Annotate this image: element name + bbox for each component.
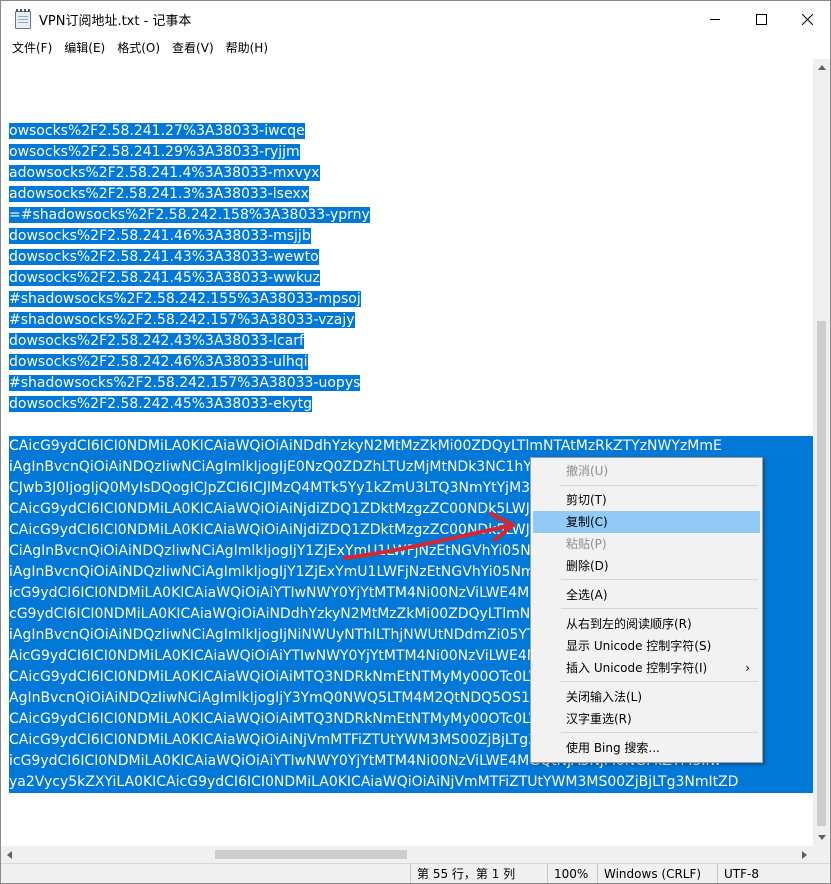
menu-item-rtl-order[interactable]: 从右到左的阅读顺序(R) xyxy=(533,613,760,635)
scroll-left-button[interactable] xyxy=(1,846,18,863)
chevron-up-icon xyxy=(817,65,826,70)
horizontal-scrollbar[interactable] xyxy=(1,846,813,863)
menu-item-paste[interactable]: 粘贴(P) xyxy=(533,533,760,555)
vertical-scroll-thumb[interactable] xyxy=(817,321,826,826)
window-title: VPN订阅地址.txt - 记事本 xyxy=(39,14,192,29)
notepad-icon xyxy=(15,8,31,29)
text-line: owsocks%2F2.58.241.29%3A38033-ryjjm xyxy=(9,144,300,160)
line-ending: Windows (CRLF) xyxy=(597,864,716,883)
encoded-line: CAicG9ydCI6ICI0NDMiLA0KICAiaWQiOiAiNDdhY… xyxy=(9,436,813,457)
menu-separator xyxy=(561,608,758,609)
annotation-arrow-icon xyxy=(343,512,515,560)
close-button[interactable] xyxy=(784,1,830,38)
menu-help[interactable]: 帮助(H) xyxy=(220,38,274,58)
minimize-icon xyxy=(709,19,720,20)
menu-separator xyxy=(561,579,758,580)
menu-view[interactable]: 查看(V) xyxy=(166,38,220,58)
menu-format[interactable]: 格式(O) xyxy=(111,38,166,58)
text-line: #shadowsocks%2F2.58.242.157%3A38033-vzaj… xyxy=(9,312,355,328)
menu-separator xyxy=(561,732,758,733)
menu-item-cut[interactable]: 剪切(T) xyxy=(533,489,760,511)
menu-item-close-ime[interactable]: 关闭输入法(L) xyxy=(533,686,760,708)
text-line: #shadowsocks%2F2.58.242.155%3A38033-mpso… xyxy=(9,291,361,307)
menu-item-insert-unicode[interactable]: 插入 Unicode 控制字符(I) › xyxy=(533,657,760,679)
title-bar[interactable]: VPN订阅地址.txt - 记事本 xyxy=(1,1,830,38)
encoded-line: ya2Vycy5kZXYiLA0KICAicG9ydCI6ICI0NDMiLA0… xyxy=(9,772,813,793)
scroll-up-button[interactable] xyxy=(813,59,830,76)
text-line: dowsocks%2F2.58.242.43%3A38033-lcarf xyxy=(9,333,304,349)
scroll-down-button[interactable] xyxy=(813,829,830,846)
horizontal-scroll-thumb[interactable] xyxy=(215,850,407,859)
cursor-position: 第 55 行，第 1 列 xyxy=(410,864,547,883)
window-controls xyxy=(692,1,830,38)
menu-separator xyxy=(561,485,758,486)
text-line: adowsocks%2F2.58.241.4%3A38033-mxvyx xyxy=(9,165,320,181)
text-line: dowsocks%2F2.58.242.45%3A38033-ekytg xyxy=(9,396,312,412)
vertical-scrollbar[interactable] xyxy=(813,59,830,846)
menu-item-show-unicode[interactable]: 显示 Unicode 控制字符(S) xyxy=(533,635,760,657)
zoom-level: 100% xyxy=(547,864,598,883)
chevron-right-icon xyxy=(802,850,807,859)
text-line: =#shadowsocks%2F2.58.242.158%3A38033-ypr… xyxy=(9,207,370,223)
text-line: #shadowsocks%2F2.58.242.157%3A38033-uopy… xyxy=(9,375,361,391)
menu-separator xyxy=(561,681,758,682)
menu-item-select-all[interactable]: 全选(A) xyxy=(533,584,760,606)
chevron-right-icon: › xyxy=(745,661,750,675)
notepad-window: VPN订阅地址.txt - 记事本 文件(F) 编辑(E) 格式(O) 查看(V… xyxy=(0,0,831,884)
scroll-right-button[interactable] xyxy=(796,846,813,863)
encoding: UTF-8 xyxy=(717,864,824,883)
menu-edit[interactable]: 编辑(E) xyxy=(58,38,111,58)
menu-item-delete[interactable]: 删除(D) xyxy=(533,555,760,577)
scrollbar-corner xyxy=(813,846,830,863)
text-line: dowsocks%2F2.58.241.45%3A38033-wwkuz xyxy=(9,270,320,286)
status-bar: 第 55 行，第 1 列 100% Windows (CRLF) UTF-8 xyxy=(1,863,830,883)
menu-item-undo[interactable]: 撤消(U) xyxy=(533,460,760,482)
text-line: dowsocks%2F2.58.242.46%3A38033-ulhqi xyxy=(9,354,308,370)
menu-file[interactable]: 文件(F) xyxy=(6,38,58,58)
chevron-down-icon xyxy=(817,835,826,840)
menu-item-copy[interactable]: 复制(C) xyxy=(533,511,760,533)
chevron-left-icon xyxy=(7,850,12,859)
minimize-button[interactable] xyxy=(692,1,738,38)
maximize-button[interactable] xyxy=(738,1,784,38)
menu-bar: 文件(F) 编辑(E) 格式(O) 查看(V) 帮助(H) xyxy=(1,38,830,58)
maximize-icon xyxy=(755,14,767,25)
text-line: owsocks%2F2.58.241.27%3A38033-iwcqe xyxy=(9,123,305,139)
text-line: adowsocks%2F2.58.241.3%3A38033-lsexx xyxy=(9,186,309,202)
close-icon xyxy=(801,14,813,25)
text-line: dowsocks%2F2.58.241.43%3A38033-wewto xyxy=(9,249,319,265)
menu-item-reconversion[interactable]: 汉字重选(R) xyxy=(533,708,760,730)
text-line: dowsocks%2F2.58.241.46%3A38033-msjjb xyxy=(9,228,311,244)
menu-item-bing-search[interactable]: 使用 Bing 搜索... xyxy=(533,737,760,759)
context-menu: 撤消(U) 剪切(T) 复制(C) 粘贴(P) 删除(D) 全选(A) 从右到左… xyxy=(530,457,763,763)
